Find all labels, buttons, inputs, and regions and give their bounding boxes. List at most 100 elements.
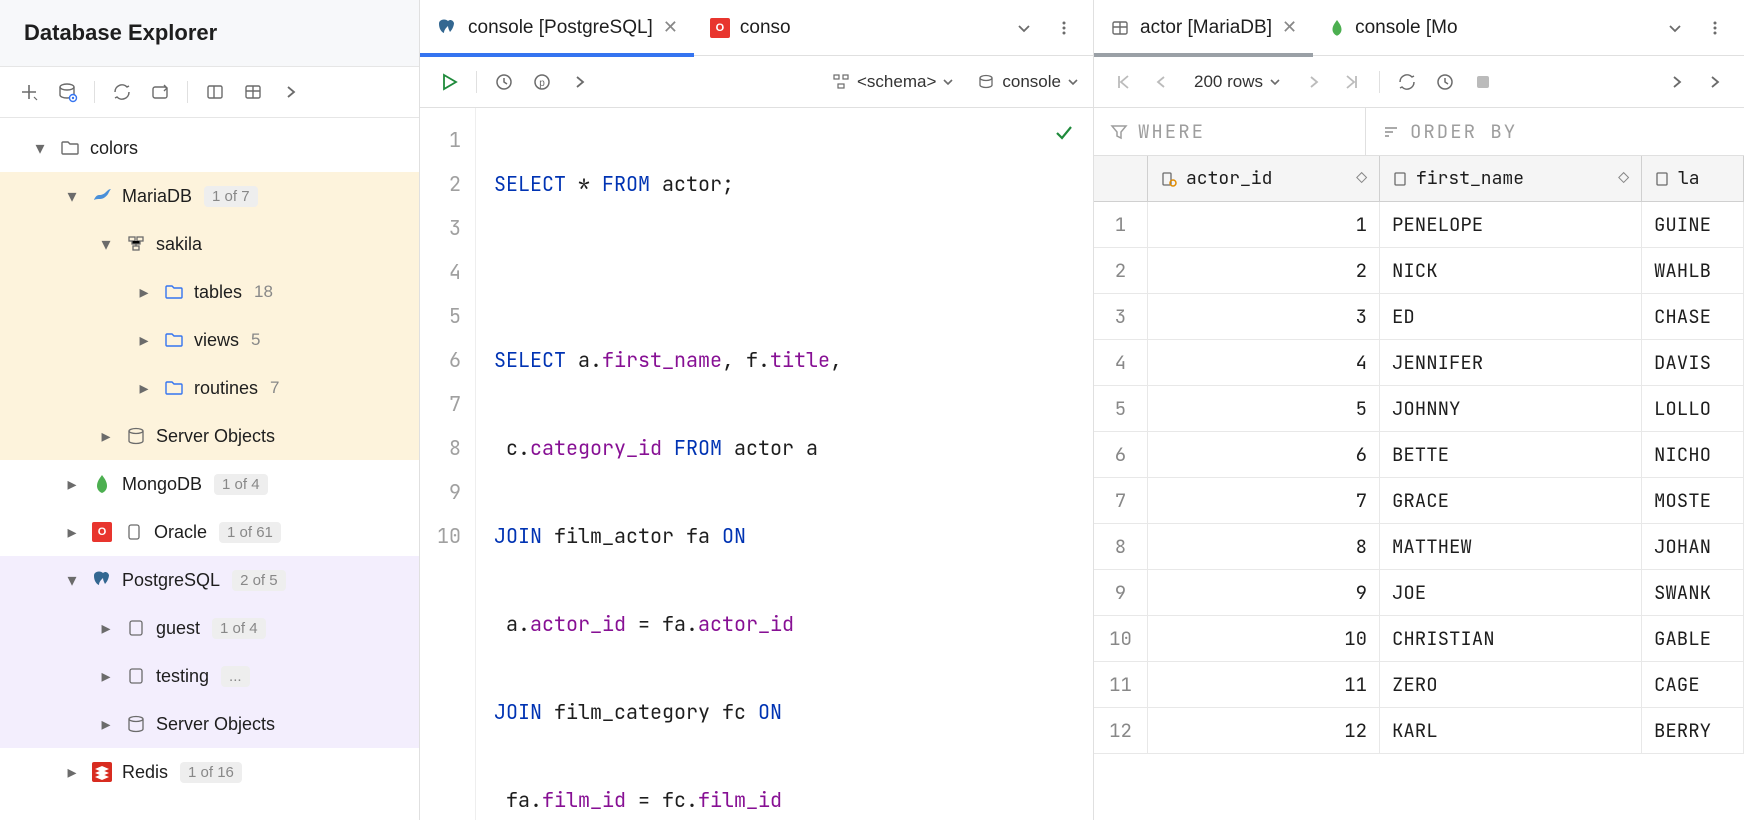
tab-console-oracle[interactable]: O conso — [694, 0, 807, 56]
close-icon[interactable]: ✕ — [1282, 17, 1297, 38]
chevron-down-icon[interactable] — [1009, 13, 1039, 43]
cell-last-name[interactable]: SWANK — [1642, 570, 1744, 615]
cell-actor-id[interactable]: 6 — [1148, 432, 1380, 477]
cell-last-name[interactable]: BERRY — [1642, 708, 1744, 753]
cell-first-name[interactable]: PENELOPE — [1380, 202, 1642, 247]
explain-plan-icon[interactable]: p — [527, 67, 557, 97]
code-editor[interactable]: 12345678910 SELECT * FROM actor; SELECT … — [420, 108, 1093, 820]
next-page-icon[interactable] — [1299, 67, 1329, 97]
cell-actor-id[interactable]: 7 — [1148, 478, 1380, 523]
cell-actor-id[interactable]: 3 — [1148, 294, 1380, 339]
datasource-properties-icon[interactable] — [52, 77, 82, 107]
cell-first-name[interactable]: NICK — [1380, 248, 1642, 293]
stop-icon[interactable] — [1468, 67, 1498, 97]
kebab-menu-icon[interactable] — [1700, 13, 1730, 43]
column-header-last-name[interactable]: la — [1642, 156, 1744, 201]
table-row[interactable]: 77GRACEMOSTE — [1094, 478, 1744, 524]
cell-actor-id[interactable]: 1 — [1148, 202, 1380, 247]
table-row[interactable]: 11PENELOPEGUINE — [1094, 202, 1744, 248]
cell-first-name[interactable]: JENNIFER — [1380, 340, 1642, 385]
table-row[interactable]: 88MATTHEWJOHAN — [1094, 524, 1744, 570]
console-selector[interactable]: console — [976, 72, 1079, 92]
tree-db-redis[interactable]: ▸ Redis 1 of 16 — [0, 748, 419, 796]
close-icon[interactable]: ✕ — [663, 17, 678, 38]
add-datasource-icon[interactable] — [14, 77, 44, 107]
cell-last-name[interactable]: LOLLO — [1642, 386, 1744, 431]
tree-server-objects[interactable]: ▸ Server Objects — [0, 412, 419, 460]
tree-db-mongodb[interactable]: ▸ MongoDB 1 of 4 — [0, 460, 419, 508]
chevron-right-icon[interactable] — [565, 67, 595, 97]
tree-db-testing[interactable]: ▸ testing ... — [0, 652, 419, 700]
cell-first-name[interactable]: GRACE — [1380, 478, 1642, 523]
run-button[interactable] — [434, 67, 464, 97]
table-row[interactable]: 33EDCHASE — [1094, 294, 1744, 340]
table-row[interactable]: 99JOESWANK — [1094, 570, 1744, 616]
table-row[interactable]: 66BETTENICHO — [1094, 432, 1744, 478]
cell-first-name[interactable]: KARL — [1380, 708, 1642, 753]
cell-first-name[interactable]: JOE — [1380, 570, 1642, 615]
cell-actor-id[interactable]: 8 — [1148, 524, 1380, 569]
cell-actor-id[interactable]: 9 — [1148, 570, 1380, 615]
cell-last-name[interactable]: CHASE — [1642, 294, 1744, 339]
column-header-first-name[interactable]: first_name ◇ — [1380, 156, 1642, 201]
expand-right-icon[interactable] — [276, 77, 306, 107]
cell-first-name[interactable]: ZERO — [1380, 662, 1642, 707]
tab-actor-mariadb[interactable]: actor [MariaDB] ✕ — [1094, 0, 1313, 56]
tree-folder-routines[interactable]: ▸ routines 7 — [0, 364, 419, 412]
table-view-icon[interactable] — [238, 77, 268, 107]
chevron-down-icon[interactable] — [1660, 13, 1690, 43]
where-filter[interactable]: WHERE — [1094, 108, 1366, 155]
schema-selector[interactable]: <schema> — [831, 72, 954, 92]
table-row[interactable]: 22NICKWAHLB — [1094, 248, 1744, 294]
tree-folder-colors[interactable]: ▾ colors — [0, 124, 419, 172]
history-icon[interactable] — [489, 67, 519, 97]
table-row[interactable]: 1111ZEROCAGE — [1094, 662, 1744, 708]
view-mode-icon[interactable] — [200, 77, 230, 107]
cell-actor-id[interactable]: 12 — [1148, 708, 1380, 753]
table-row[interactable]: 1212KARLBERRY — [1094, 708, 1744, 754]
cell-first-name[interactable]: CHRISTIAN — [1380, 616, 1642, 661]
tree-folder-tables[interactable]: ▸ tables 18 — [0, 268, 419, 316]
tree-schema-sakila[interactable]: ▾ sakila — [0, 220, 419, 268]
table-row[interactable]: 1010CHRISTIANGABLE — [1094, 616, 1744, 662]
cell-last-name[interactable]: WAHLB — [1642, 248, 1744, 293]
tree-pg-server-objects[interactable]: ▸ Server Objects — [0, 700, 419, 748]
cell-actor-id[interactable]: 2 — [1148, 248, 1380, 293]
cell-first-name[interactable]: MATTHEW — [1380, 524, 1642, 569]
history-icon[interactable] — [1430, 67, 1460, 97]
cell-actor-id[interactable]: 10 — [1148, 616, 1380, 661]
first-page-icon[interactable] — [1108, 67, 1138, 97]
tree-db-mariadb[interactable]: ▾ MariaDB 1 of 7 — [0, 172, 419, 220]
cell-actor-id[interactable]: 4 — [1148, 340, 1380, 385]
cell-last-name[interactable]: DAVIS — [1642, 340, 1744, 385]
orderby-filter[interactable]: ORDER BY — [1366, 108, 1533, 155]
tab-console-mongo[interactable]: console [Mo — [1313, 0, 1473, 56]
cell-first-name[interactable]: ED — [1380, 294, 1642, 339]
column-header-actor-id[interactable]: actor_id ◇ — [1148, 156, 1380, 201]
tree-db-postgresql[interactable]: ▾ PostgreSQL 2 of 5 — [0, 556, 419, 604]
cell-last-name[interactable]: GUINE — [1642, 202, 1744, 247]
cell-last-name[interactable]: JOHAN — [1642, 524, 1744, 569]
cell-last-name[interactable]: GABLE — [1642, 616, 1744, 661]
reload-icon[interactable] — [1392, 67, 1422, 97]
tree-folder-views[interactable]: ▸ views 5 — [0, 316, 419, 364]
tree-db-oracle[interactable]: ▸ O Oracle 1 of 61 — [0, 508, 419, 556]
prev-page-icon[interactable] — [1146, 67, 1176, 97]
table-row[interactable]: 55JOHNNYLOLLO — [1094, 386, 1744, 432]
cell-last-name[interactable]: CAGE — [1642, 662, 1744, 707]
cell-first-name[interactable]: JOHNNY — [1380, 386, 1642, 431]
jump-to-console-icon[interactable] — [145, 77, 175, 107]
cell-last-name[interactable]: MOSTE — [1642, 478, 1744, 523]
tab-console-postgresql[interactable]: console [PostgreSQL] ✕ — [420, 0, 694, 56]
cell-last-name[interactable]: NICHO — [1642, 432, 1744, 477]
tree-db-guest[interactable]: ▸ guest 1 of 4 — [0, 604, 419, 652]
code-content[interactable]: SELECT * FROM actor; SELECT a.first_name… — [476, 108, 1093, 820]
last-page-icon[interactable] — [1337, 67, 1367, 97]
cell-actor-id[interactable]: 11 — [1148, 662, 1380, 707]
table-row[interactable]: 44JENNIFERDAVIS — [1094, 340, 1744, 386]
chevron-right-icon[interactable] — [1700, 67, 1730, 97]
row-count-selector[interactable]: 200 rows — [1194, 72, 1281, 92]
kebab-menu-icon[interactable] — [1049, 13, 1079, 43]
cell-actor-id[interactable]: 5 — [1148, 386, 1380, 431]
chevron-right-icon[interactable] — [1662, 67, 1692, 97]
